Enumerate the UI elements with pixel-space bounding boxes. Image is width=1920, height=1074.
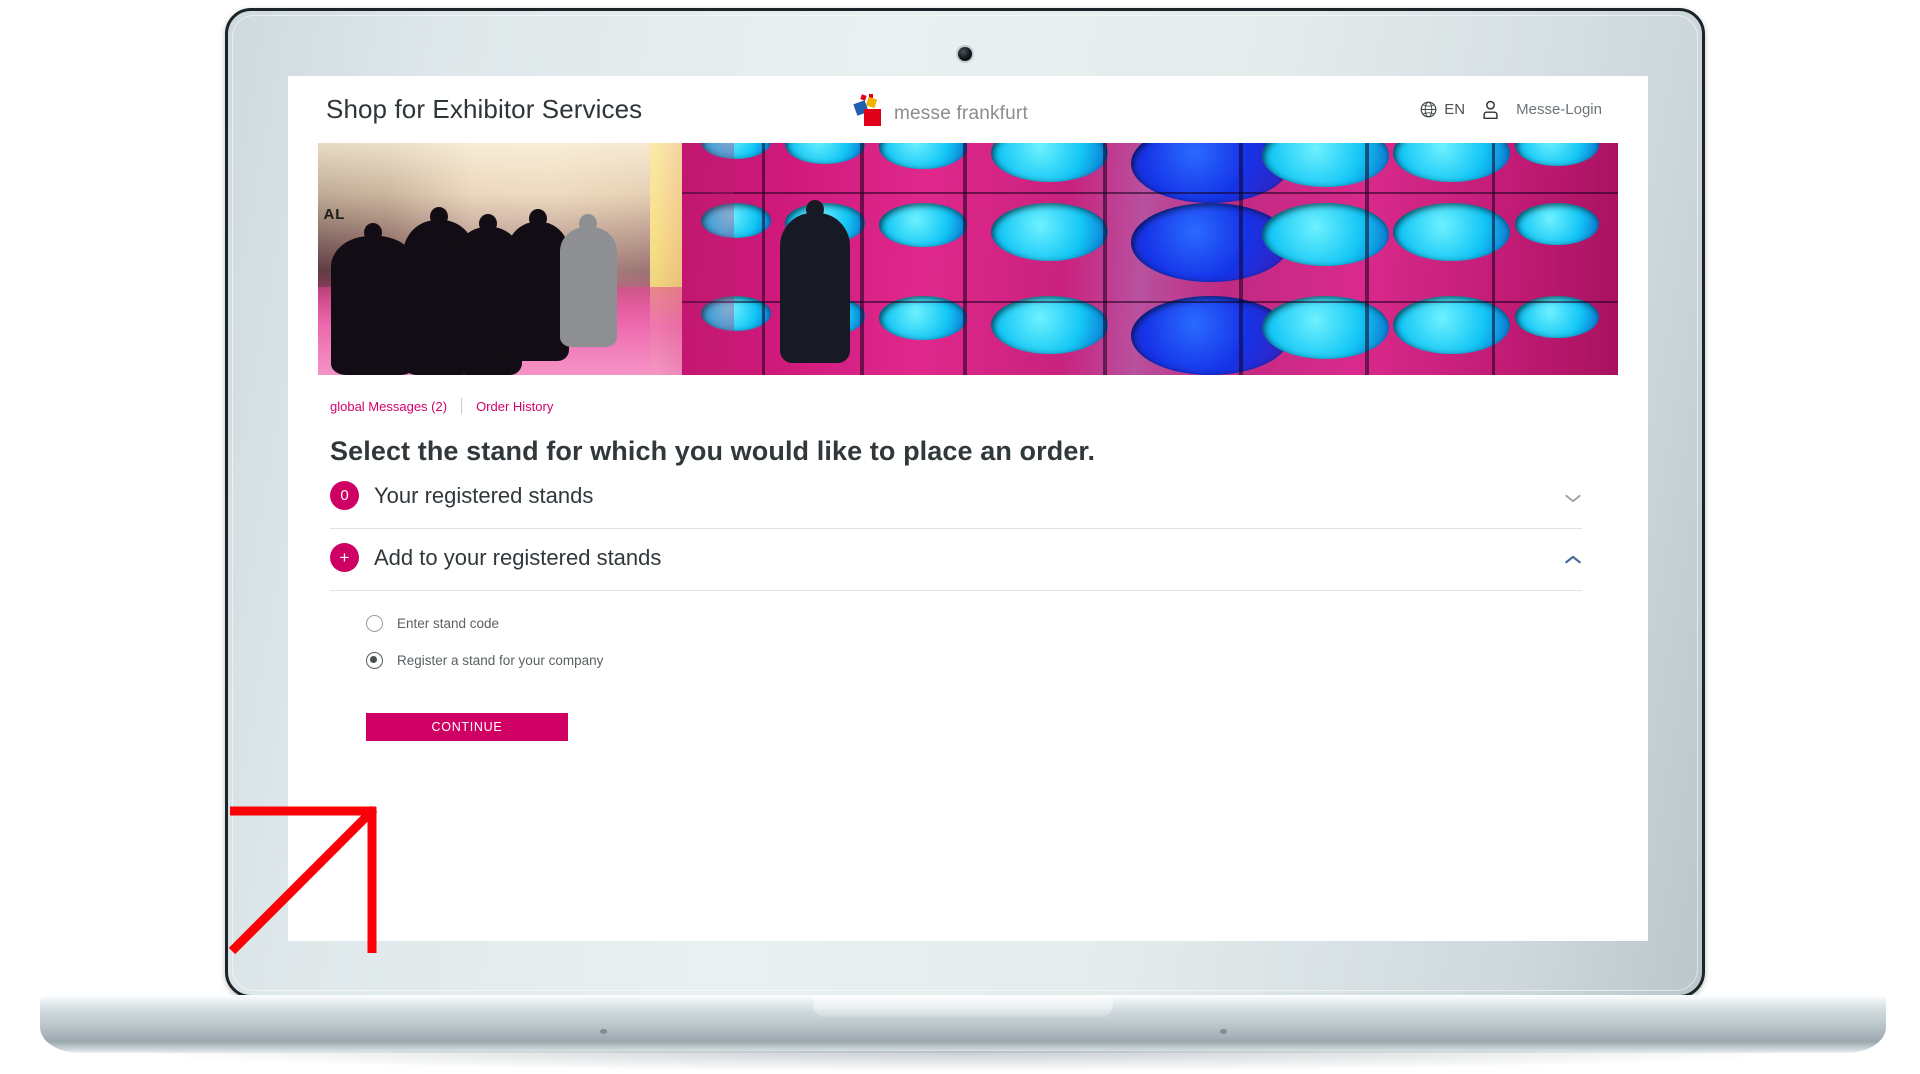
radio-label: Register a stand for your company bbox=[397, 653, 604, 668]
laptop-base-vent bbox=[600, 1029, 607, 1034]
quicklink-divider bbox=[461, 398, 463, 414]
order-history-link[interactable]: Order History bbox=[476, 399, 553, 414]
radio-unchecked-icon[interactable] bbox=[366, 615, 383, 632]
banner-wall-seam bbox=[859, 143, 864, 375]
messe-frankfurt-logo[interactable]: messe frankfurt bbox=[853, 93, 1028, 126]
laptop-base-vent bbox=[1220, 1029, 1227, 1034]
language-switcher[interactable]: EN bbox=[1419, 100, 1465, 119]
accordion-your-registered-stands[interactable]: 0 Your registered stands bbox=[330, 467, 1582, 529]
banner-figure bbox=[559, 213, 617, 348]
banner-wall-seam bbox=[1238, 143, 1243, 375]
global-messages-link[interactable]: global Messages (2) bbox=[330, 399, 447, 414]
banner-blend-gradient bbox=[656, 143, 734, 375]
accordion-label: Your registered stands bbox=[374, 482, 594, 508]
banner-wall-seam bbox=[1103, 143, 1107, 375]
banner-wall-seam bbox=[1491, 143, 1496, 375]
banner-porthole bbox=[784, 143, 865, 164]
page-title: Select the stand for which you would lik… bbox=[330, 436, 1096, 466]
banner-porthole bbox=[1515, 203, 1600, 246]
webcam-icon bbox=[958, 47, 972, 61]
logo-wordmark: messe frankfurt bbox=[894, 102, 1028, 124]
laptop-base-notch bbox=[813, 995, 1113, 1017]
radio-checked-icon[interactable] bbox=[366, 652, 383, 669]
language-label: EN bbox=[1444, 101, 1466, 118]
hero-banner-image: AL bbox=[318, 143, 1618, 375]
site-header: Shop for Exhibitor Services messe frankf… bbox=[288, 76, 1648, 143]
banner-sign-text: AL bbox=[323, 205, 346, 223]
laptop-lid: Shop for Exhibitor Services messe frankf… bbox=[225, 8, 1705, 998]
laptop-screen: Shop for Exhibitor Services messe frankf… bbox=[288, 76, 1648, 941]
banner-porthole bbox=[990, 143, 1108, 183]
banner-wall-seam bbox=[761, 143, 766, 375]
banner-wall-seam bbox=[1365, 143, 1369, 375]
header-actions: EN Messe-Login bbox=[1419, 99, 1608, 120]
laptop-base-body bbox=[40, 995, 1886, 1053]
banner-porthole bbox=[990, 203, 1108, 262]
accordion-plus-badge: + bbox=[330, 543, 359, 572]
stand-option-radio-group: Enter stand code Register a stand for yo… bbox=[318, 591, 1618, 669]
globe-icon bbox=[1420, 101, 1437, 118]
laptop-base bbox=[40, 995, 1886, 1071]
web-page: Shop for Exhibitor Services messe frankf… bbox=[288, 76, 1648, 941]
quicklinks-bar: global Messages (2) Order History bbox=[318, 375, 1618, 414]
banner-wall-seam bbox=[682, 191, 1618, 194]
accordion-count-badge: 0 bbox=[330, 481, 359, 510]
banner-porthole bbox=[878, 143, 968, 169]
accordion-add-to-registered-stands[interactable]: + Add to your registered stands bbox=[330, 529, 1582, 591]
banner-porthole bbox=[990, 296, 1108, 355]
radio-option-register-stand[interactable]: Register a stand for your company bbox=[366, 652, 1618, 669]
banner-figure bbox=[779, 199, 850, 364]
page-brand-title: Shop for Exhibitor Services bbox=[326, 94, 643, 124]
page-content: global Messages (2) Order History Select… bbox=[288, 375, 1648, 741]
laptop-drop-shadow bbox=[130, 1051, 1796, 1071]
banner-porthole bbox=[878, 203, 968, 248]
accordion-label: Add to your registered stands bbox=[374, 544, 662, 570]
chevron-down-icon[interactable] bbox=[1564, 492, 1582, 504]
person-icon bbox=[1483, 100, 1498, 120]
banner-porthole bbox=[1515, 143, 1600, 167]
banner-porthole bbox=[1262, 296, 1389, 359]
login-label[interactable]: Messe-Login bbox=[1506, 101, 1602, 118]
chevron-up-icon[interactable] bbox=[1564, 554, 1582, 566]
logo-mark-icon bbox=[853, 93, 887, 126]
continue-button[interactable]: CONTINUE bbox=[366, 713, 568, 741]
radio-option-enter-stand-code[interactable]: Enter stand code bbox=[366, 615, 1618, 632]
banner-wall-seam bbox=[962, 143, 967, 375]
account-menu[interactable]: Messe-Login bbox=[1481, 99, 1602, 120]
screenshot-canvas: Shop for Exhibitor Services messe frankf… bbox=[0, 0, 1920, 1074]
radio-label: Enter stand code bbox=[397, 616, 500, 631]
banner-porthole bbox=[1262, 203, 1389, 266]
